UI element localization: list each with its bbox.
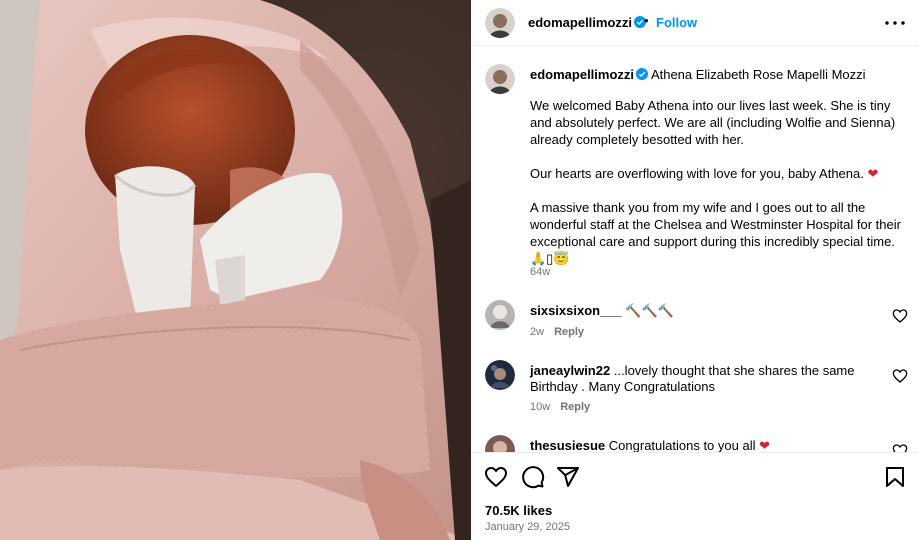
comments-section[interactable]: edomapellimozzi Athena Elizabeth Rose Ma… [471, 47, 919, 452]
caption-header: edomapellimozzi Athena Elizabeth Rose Ma… [530, 67, 905, 82]
heart-icon[interactable] [892, 443, 908, 452]
comment-username[interactable]: janeaylwin22 [530, 363, 610, 378]
caption-paragraph: Our hearts are overflowing with love for… [530, 166, 879, 181]
comment-icon[interactable] [521, 465, 545, 489]
likes-count[interactable]: 70.5K likes [485, 503, 552, 518]
comment-text: thesusiesue Congratulations to you all ❤ [530, 438, 771, 452]
action-bar: 70.5K likes January 29, 2025 [471, 452, 919, 540]
comment-time[interactable]: 10w [530, 401, 550, 413]
avatar[interactable] [485, 300, 515, 330]
author-username[interactable]: edomapellimozzi [528, 15, 647, 30]
heart-icon[interactable] [892, 308, 908, 324]
avatar[interactable] [485, 64, 515, 94]
reply-button[interactable]: Reply [554, 326, 584, 338]
heart-emoji: ❤ [759, 438, 771, 452]
comment-meta: 2w Reply [530, 326, 584, 338]
bookmark-icon[interactable] [883, 465, 907, 489]
caption-username[interactable]: edomapellimozzi [530, 67, 634, 82]
heart-emoji: ❤ [867, 166, 879, 181]
comment-text: sixsixsixon___ 🔨🔨🔨 [530, 303, 674, 318]
reply-button[interactable]: Reply [560, 401, 590, 413]
heart-icon[interactable] [484, 465, 508, 489]
separator-dot: • [644, 13, 649, 28]
avatar[interactable] [485, 8, 515, 38]
comment-meta: 10w Reply [530, 401, 590, 413]
share-icon[interactable] [556, 465, 580, 489]
post-photo[interactable] [0, 0, 471, 540]
caption-title: Athena Elizabeth Rose Mapelli Mozzi [650, 67, 866, 82]
closing-emoji: 🙏▯😇 [530, 251, 570, 266]
comment-time[interactable]: 2w [530, 326, 544, 338]
caption-text: We welcomed Baby Athena into our lives l… [530, 97, 905, 267]
verified-badge-icon [636, 68, 649, 80]
comment-username[interactable]: sixsixsixon___ [530, 303, 622, 318]
comment-text: janeaylwin22 ...lovely thought that she … [530, 363, 855, 394]
caption-paragraph: We welcomed Baby Athena into our lives l… [530, 98, 896, 147]
follow-button[interactable]: Follow [656, 15, 697, 30]
comment-username[interactable]: thesusiesue [530, 438, 605, 452]
caption-paragraph: A massive thank you from my wife and I g… [530, 200, 901, 266]
post-header: edomapellimozzi • Follow [471, 0, 919, 46]
more-options-icon[interactable] [882, 10, 908, 36]
caption-timestamp[interactable]: 64w [530, 266, 550, 278]
heart-icon[interactable] [892, 368, 908, 384]
post-date[interactable]: January 29, 2025 [485, 521, 570, 533]
avatar[interactable] [485, 435, 515, 452]
newborn-photo-illustration [0, 0, 471, 540]
post-side-panel: edomapellimozzi • Follow edomapellimozzi… [471, 0, 919, 540]
avatar[interactable] [485, 360, 515, 390]
